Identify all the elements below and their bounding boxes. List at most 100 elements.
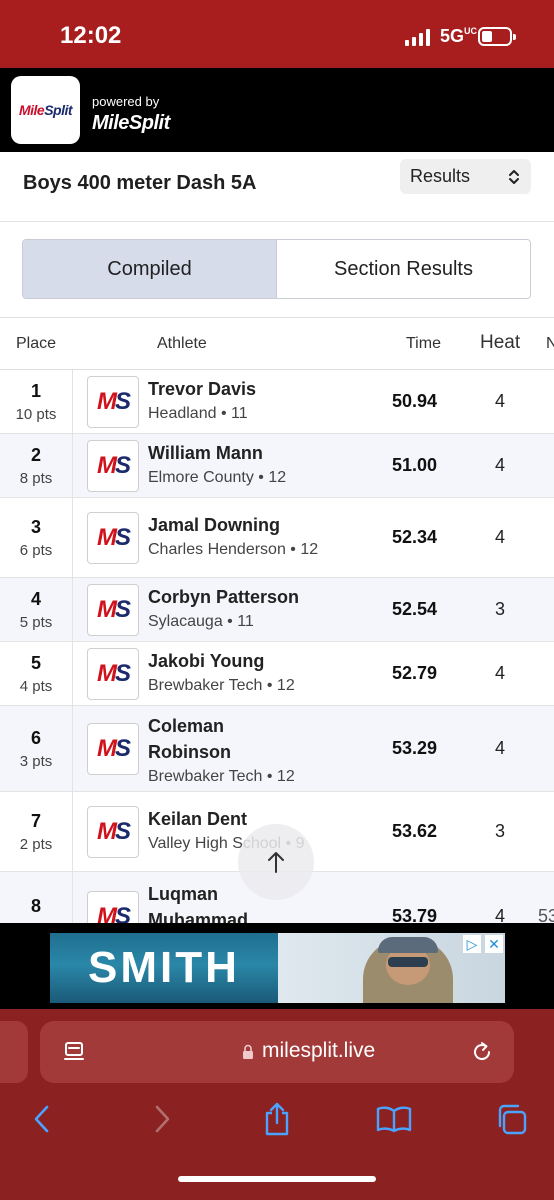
- table-row[interactable]: 3 6 pts M S Jamal Downing Charles Henderson •…: [0, 498, 554, 578]
- header-place[interactable]: Place: [16, 335, 56, 353]
- place-cell: 4 5 pts: [0, 578, 73, 641]
- place-number: 7: [30, 810, 41, 831]
- athlete-school: Brewbaker Tech • 12: [148, 768, 295, 785]
- ad-close-icon[interactable]: ✕: [485, 935, 503, 953]
- event-title: Boys 400 meter Dash 5A: [23, 172, 257, 194]
- athlete-school: Sylacauga • 11: [148, 613, 254, 630]
- home-indicator: [178, 1176, 376, 1182]
- url-text: milesplit.live: [262, 1039, 376, 1062]
- athlete-name[interactable]: Jamal Downing: [148, 512, 378, 538]
- place-number: 4: [30, 588, 41, 609]
- bookmarks-icon[interactable]: [374, 1099, 414, 1139]
- battery-icon: [478, 27, 516, 46]
- previous-tab-stub[interactable]: [0, 1021, 28, 1083]
- heat-cell: 4: [495, 527, 506, 547]
- address-bar[interactable]: milesplit.live: [40, 1021, 514, 1083]
- heat-cell: 4: [495, 906, 506, 923]
- time-cell: 53.29: [392, 738, 438, 758]
- powered-by-logo: MileSplit: [92, 112, 170, 134]
- time-cell: 52.34: [392, 527, 438, 547]
- heat-cell: 4: [495, 663, 506, 683]
- athlete-name[interactable]: Trevor Davis: [148, 376, 378, 402]
- team-logo-icon: MS: [87, 648, 139, 700]
- team-logo-icon: MS: [87, 723, 139, 775]
- heat-cell: 4: [495, 738, 506, 758]
- status-bar: 12:02 5GUC: [0, 0, 554, 68]
- heat-cell: 3: [495, 599, 506, 619]
- heat-cell: 4: [495, 391, 506, 411]
- athlete-name[interactable]: Luqman Muhammad: [148, 881, 258, 923]
- table-row[interactable]: 2 8 pts M S William Mann Elmore County • 12 51…: [0, 434, 554, 498]
- place-number: 2: [30, 444, 41, 465]
- athlete-name[interactable]: Corbyn Patterson: [148, 584, 378, 610]
- place-cell: 5 4 pts: [0, 642, 73, 705]
- ad-info-icon[interactable]: ▷: [463, 935, 481, 953]
- athlete-name[interactable]: Coleman Robinson: [148, 713, 258, 765]
- header-time[interactable]: Time: [406, 335, 441, 353]
- place-number: 5: [30, 652, 41, 673]
- results-tabs: Compiled Section Results: [22, 239, 531, 299]
- browser-nav-row: [0, 1099, 554, 1143]
- place-cell: 81 pts: [0, 872, 73, 923]
- reload-icon[interactable]: [469, 1039, 495, 1065]
- lock-icon: [243, 1044, 253, 1059]
- signal-icon: [405, 28, 433, 46]
- share-icon[interactable]: [257, 1099, 297, 1139]
- browser-toolbar: milesplit.live: [0, 1009, 554, 1200]
- table-row[interactable]: 6 3 pts M S Coleman Robinson Brewbaker Tech •…: [0, 706, 554, 792]
- team-logo-icon: MS: [87, 440, 139, 492]
- network-label: 5GUC: [440, 26, 478, 46]
- ad-photo: ▷ ✕: [278, 933, 505, 1003]
- tabs-icon[interactable]: [491, 1099, 531, 1139]
- ad-banner[interactable]: SMITH ▷ ✕: [0, 923, 554, 1009]
- scroll-to-top-button[interactable]: [238, 824, 314, 900]
- place-cell: 2 8 pts: [0, 434, 73, 497]
- team-logo-icon: MS: [87, 584, 139, 636]
- view-select[interactable]: Results: [400, 159, 531, 194]
- time-cell: 52.54: [392, 599, 438, 619]
- header-extra[interactable]: N: [546, 335, 554, 353]
- team-logo-icon: MS: [87, 806, 139, 858]
- page-menu-icon[interactable]: [62, 1041, 86, 1063]
- time-cell: 50.94: [392, 391, 438, 411]
- status-time: 12:02: [60, 22, 122, 49]
- table-row[interactable]: 4 5 pts M S Corbyn Patterson Sylacauga • 11 52…: [0, 578, 554, 642]
- team-logo-icon: MS: [87, 512, 139, 564]
- table-row[interactable]: 1 10 pts M S Trevor Davis Headland • 11 50.94 4: [0, 370, 554, 434]
- powered-by-label: powered by: [92, 94, 160, 109]
- place-cell: 6 3 pts: [0, 706, 73, 791]
- forward-icon[interactable]: [142, 1099, 182, 1139]
- place-number: 3: [30, 516, 41, 537]
- table-row[interactable]: 5 4 pts M S Jakobi Young Brewbaker Tech • 12 5…: [0, 642, 554, 706]
- time-cell: 52.79: [392, 663, 438, 683]
- place-points: 4 pts: [19, 677, 53, 695]
- brand-header: MileSplit powered by MileSplit: [0, 68, 554, 152]
- place-points: 10 pts: [15, 405, 57, 423]
- place-number: 6: [30, 727, 41, 748]
- time-cell: 51.00: [392, 455, 438, 475]
- time-cell: 53.79: [392, 906, 438, 923]
- place-number: 1: [30, 380, 41, 401]
- place-cell: 1 10 pts: [0, 370, 73, 433]
- athlete-name[interactable]: Jakobi Young: [148, 648, 378, 674]
- place-cell: 7 2 pts: [0, 792, 73, 871]
- athlete-name[interactable]: William Mann: [148, 440, 378, 466]
- view-select-value: Results: [410, 166, 471, 186]
- back-icon[interactable]: [22, 1099, 62, 1139]
- place-cell: 3 6 pts: [0, 498, 73, 577]
- milesplit-logo[interactable]: MileSplit: [11, 76, 80, 144]
- chevron-up-down-icon: [509, 170, 519, 184]
- team-logo-icon: MS: [87, 891, 139, 923]
- tab-section-results[interactable]: Section Results: [277, 240, 530, 298]
- time-cell: 53.62: [392, 821, 438, 841]
- place-points: 8 pts: [19, 469, 53, 487]
- table-header: Place Athlete Time Heat N: [0, 318, 554, 370]
- team-logo-icon: MS: [87, 376, 139, 428]
- heat-cell: 4: [495, 455, 506, 475]
- ad-brand: SMITH: [88, 943, 240, 992]
- header-heat[interactable]: Heat: [480, 332, 520, 354]
- place-points: 2 pts: [19, 835, 53, 853]
- header-athlete[interactable]: Athlete: [157, 335, 207, 353]
- extra-cell: 53: [538, 906, 554, 923]
- tab-compiled[interactable]: Compiled: [23, 240, 277, 298]
